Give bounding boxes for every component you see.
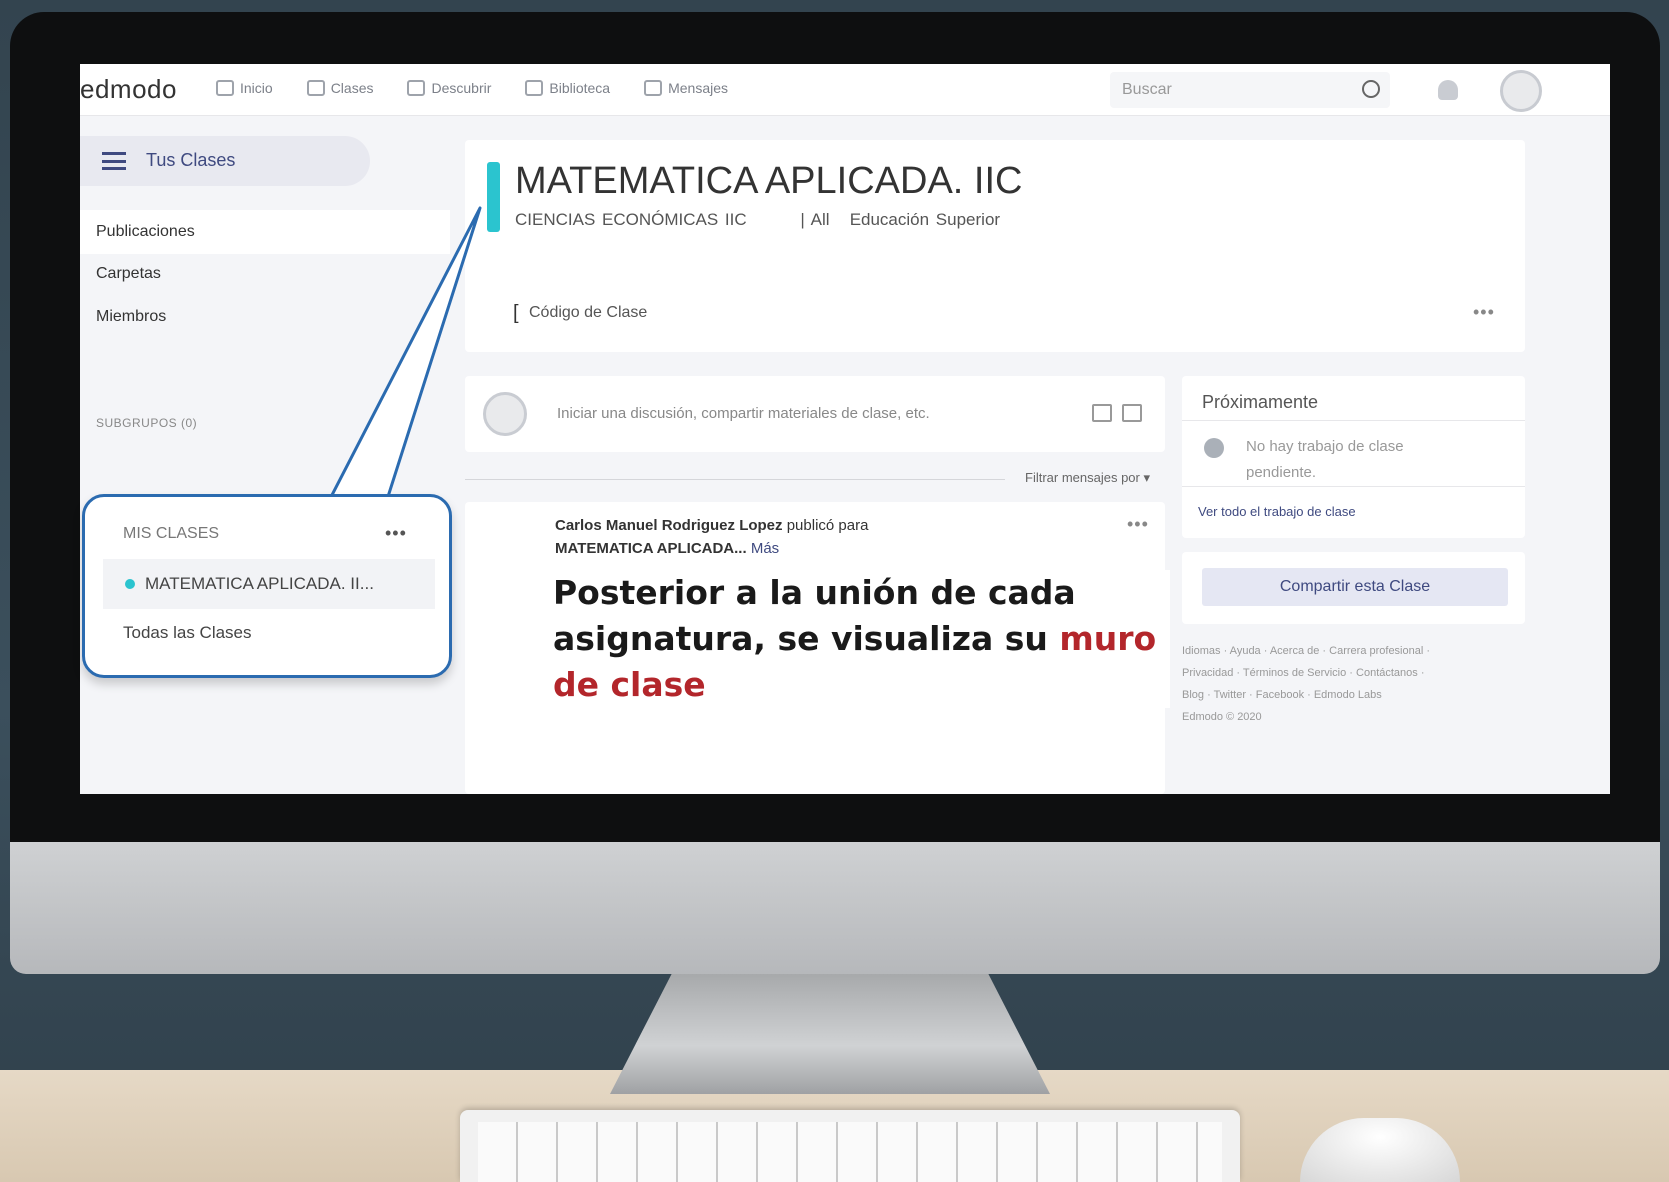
your-classes-toggle[interactable]: Tus Clases — [80, 136, 370, 186]
file-attach-icon[interactable] — [1122, 404, 1142, 422]
your-classes-label: Tus Clases — [146, 150, 236, 170]
sidebar-item-carpetas[interactable]: Carpetas — [96, 265, 161, 283]
post-more-options-icon[interactable]: ••• — [1127, 514, 1149, 535]
search-input[interactable]: Buscar — [1110, 72, 1390, 108]
sidebar-item-miembros[interactable]: Miembros — [96, 308, 166, 326]
upcoming-divider — [1182, 486, 1525, 487]
class-code-icon: [ — [513, 302, 519, 324]
share-class-button[interactable]: Compartir esta Clase — [1202, 568, 1508, 606]
my-classes-item-selected[interactable]: MATEMATICA APLICADA. II... — [103, 559, 435, 609]
view-all-classwork-link[interactable]: Ver todo el trabajo de clase — [1198, 504, 1356, 519]
footer-line[interactable]: Idiomas · Ayuda · Acerca de · Carrera pr… — [1182, 640, 1512, 662]
keyboard — [460, 1110, 1240, 1182]
search-placeholder: Buscar — [1122, 81, 1172, 98]
post-target[interactable]: MATEMATICA APLICADA... — [555, 540, 747, 557]
nav-clases[interactable]: Clases — [306, 80, 374, 96]
subgroups-heading[interactable]: SUBGRUPOS (0) — [96, 416, 197, 430]
class-more-options-icon[interactable]: ••• — [1473, 302, 1495, 323]
edmodo-logo[interactable]: edmodo — [80, 74, 177, 105]
discover-icon — [407, 80, 426, 96]
class-header-card: MATEMATICA APLICADA. IIC CIENCIAS ECONÓM… — [465, 140, 1525, 352]
post-composer[interactable]: Iniciar una discusión, compartir materia… — [465, 376, 1165, 452]
my-classes-callout: MIS CLASES ••• MATEMATICA APLICADA. II..… — [82, 494, 452, 678]
composer-placeholder: Iniciar una discusión, compartir materia… — [557, 405, 930, 422]
monitor-chin — [10, 842, 1660, 974]
nav-mensajes[interactable]: Mensajes — [644, 80, 728, 96]
my-classes-item-label: MATEMATICA APLICADA. II... — [145, 574, 374, 593]
footer-links: Idiomas · Ayuda · Acerca de · Carrera pr… — [1182, 640, 1512, 728]
nav-inicio[interactable]: Inicio — [216, 80, 273, 96]
image-attach-icon[interactable] — [1092, 404, 1112, 422]
footer-line[interactable]: Blog · Twitter · Facebook · Edmodo Labs — [1182, 684, 1512, 706]
annotation-text-main: Posterior a la unión de cada asignatura,… — [553, 573, 1076, 658]
messages-icon — [644, 80, 663, 96]
share-class-card: Compartir esta Clase — [1182, 552, 1525, 624]
user-avatar[interactable] — [1500, 70, 1542, 112]
upcoming-panel: Próximamente No hay trabajo de clase pen… — [1182, 376, 1525, 538]
upcoming-empty-message: No hay trabajo de clase pendiente. — [1246, 438, 1404, 481]
nav-label: Mensajes — [668, 80, 729, 96]
class-code-label[interactable]: Código de Clase — [529, 304, 647, 322]
search-icon[interactable] — [1362, 80, 1380, 98]
monitor-stand — [610, 974, 1050, 1094]
keyboard-keys — [478, 1122, 1222, 1182]
upcoming-title: Próximamente — [1202, 392, 1319, 412]
sidebar-item-label: Miembros — [96, 308, 167, 325]
class-subtitle: CIENCIAS ECONÓMICAS IIC | All Educación … — [515, 210, 1001, 229]
my-classes-heading: MIS CLASES — [123, 525, 220, 542]
nav-descubrir[interactable]: Descubrir — [407, 80, 491, 96]
class-color-accent — [487, 162, 500, 232]
post-author[interactable]: Carlos Manuel Rodriguez Lopez — [555, 517, 783, 534]
class-title: MATEMATICA APLICADA. IIC — [515, 160, 1023, 202]
footer-copyright: Edmodo © 2020 — [1182, 711, 1262, 723]
filter-divider — [465, 479, 1005, 480]
sidebar-item-label: Publicaciones — [96, 223, 195, 240]
classes-icon — [306, 80, 325, 96]
footer-line[interactable]: Privacidad · Términos de Servicio · Cont… — [1182, 662, 1512, 684]
post-action: publicó para — [786, 517, 869, 534]
post-header: Carlos Manuel Rodriguez Lopez publicó pa… — [555, 514, 868, 560]
hamburger-menu-icon — [102, 152, 126, 170]
home-icon — [216, 80, 234, 96]
filter-posts-dropdown[interactable]: Filtrar mensajes por ▾ — [1025, 470, 1150, 486]
sidebar-item-publicaciones[interactable]: Publicaciones — [80, 210, 450, 254]
all-classes-link[interactable]: Todas las Clases — [123, 623, 252, 643]
smiley-icon — [1204, 438, 1224, 458]
post-more-link[interactable]: Más — [751, 540, 779, 557]
composer-avatar — [483, 392, 527, 436]
sidebar-item-label: Carpetas — [96, 265, 161, 282]
nav-biblioteca[interactable]: Biblioteca — [525, 80, 610, 96]
nav-label: Biblioteca — [549, 80, 611, 96]
top-navbar: edmodo Inicio Clases Descubrir Bibliotec… — [80, 64, 1610, 116]
nav-label: Clases — [330, 80, 374, 96]
nav-label: Descubrir — [431, 80, 492, 96]
main-nav: Inicio Clases Descubrir Biblioteca Mensa… — [216, 80, 728, 96]
class-color-dot — [125, 579, 135, 589]
my-classes-more-icon[interactable]: ••• — [385, 523, 407, 544]
upcoming-divider — [1182, 420, 1525, 421]
annotation-text: Posterior a la unión de cada asignatura,… — [465, 570, 1170, 708]
screen: edmodo Inicio Clases Descubrir Bibliotec… — [80, 64, 1610, 794]
nav-label: Inicio — [240, 80, 273, 96]
library-icon — [525, 80, 544, 96]
notifications-bell-icon[interactable] — [1438, 80, 1458, 100]
